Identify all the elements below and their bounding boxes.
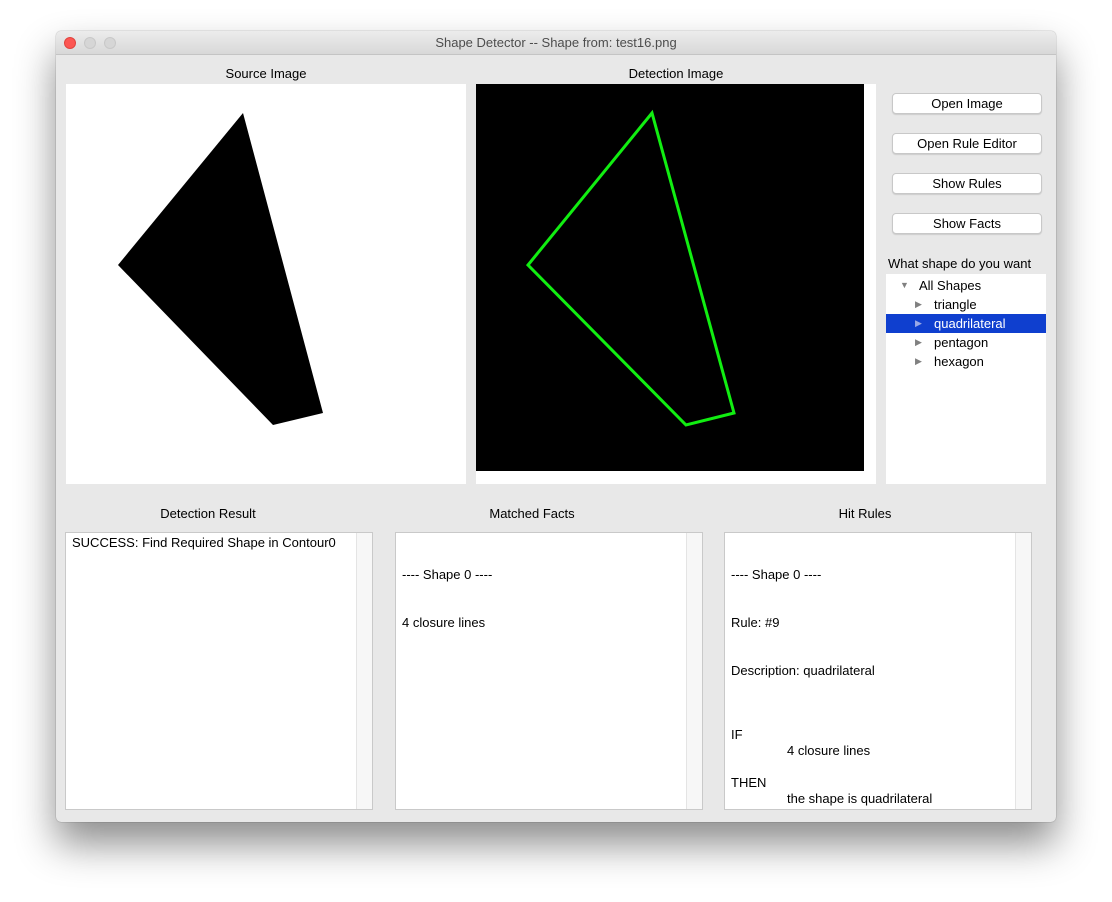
open-rule-editor-button[interactable]: Open Rule Editor xyxy=(892,133,1042,154)
hit-rules-rule-number: Rule: #9 xyxy=(731,615,780,630)
matched-facts-textbox[interactable]: ---- Shape 0 ---- 4 closure lines xyxy=(395,532,703,810)
tree-item-label: All Shapes xyxy=(919,278,982,293)
tree-item-all-shapes[interactable]: ▼ All Shapes xyxy=(886,276,1046,295)
tree-item-triangle[interactable]: ▶ triangle xyxy=(886,295,1046,314)
source-image-label: Source Image xyxy=(225,66,307,81)
matched-facts-text: ---- Shape 0 ---- 4 closure lines xyxy=(402,535,682,663)
hit-rules-then-line: THEN the shape is quadrilateral xyxy=(731,759,1011,806)
if-keyword: IF xyxy=(731,727,743,742)
collapsed-triangle-icon[interactable]: ▶ xyxy=(915,333,922,352)
detection-result-label: Detection Result xyxy=(160,506,256,521)
hit-rules-text: ---- Shape 0 ---- Rule: #9 Description: … xyxy=(731,535,1011,807)
detection-image-panel xyxy=(476,84,876,484)
detection-result-text: SUCCESS: Find Required Shape in Contour0 xyxy=(72,535,336,550)
tree-item-label: pentagon xyxy=(934,335,989,350)
show-rules-button[interactable]: Show Rules xyxy=(892,173,1042,194)
source-image-panel xyxy=(66,84,466,484)
tree-item-hexagon[interactable]: ▶ hexagon xyxy=(886,352,1046,371)
app-window: Shape Detector -- Shape from: test16.png… xyxy=(56,31,1056,822)
source-image-canvas xyxy=(118,113,323,425)
collapsed-triangle-icon[interactable]: ▶ xyxy=(915,352,922,371)
window-title: Shape Detector -- Shape from: test16.png xyxy=(435,35,677,50)
then-conclusion: the shape is quadrilateral xyxy=(787,791,933,806)
source-shape-quadrilateral xyxy=(118,113,323,425)
hit-rules-textbox[interactable]: ---- Shape 0 ---- Rule: #9 Description: … xyxy=(724,532,1032,810)
matched-facts-line: ---- Shape 0 ---- xyxy=(402,567,493,582)
shape-tree: ▼ All Shapes ▶ triangle ▶ quadrilateral … xyxy=(886,274,1046,484)
show-facts-button[interactable]: Show Facts xyxy=(892,213,1042,234)
hit-rules-scrollbar[interactable] xyxy=(1015,533,1031,809)
collapsed-triangle-icon[interactable]: ▶ xyxy=(915,314,922,333)
detection-result-textbox[interactable]: SUCCESS: Find Required Shape in Contour0 xyxy=(65,532,373,810)
hit-rules-label: Hit Rules xyxy=(838,506,892,521)
tree-item-label: hexagon xyxy=(934,354,984,369)
title-bar[interactable]: Shape Detector -- Shape from: test16.png xyxy=(56,31,1056,55)
shape-prompt-label: What shape do you want xyxy=(888,256,1032,271)
detection-result-scrollbar[interactable] xyxy=(356,533,372,809)
hit-rules-header: ---- Shape 0 ---- xyxy=(731,567,822,582)
matched-facts-label: Matched Facts xyxy=(489,506,575,521)
tree-item-pentagon[interactable]: ▶ pentagon xyxy=(886,333,1046,352)
detected-contour-outline xyxy=(525,109,736,427)
tree-item-label: triangle xyxy=(934,297,977,312)
collapsed-triangle-icon[interactable]: ▶ xyxy=(915,295,922,314)
tree-item-label: quadrilateral xyxy=(934,316,1006,331)
open-image-button[interactable]: Open Image xyxy=(892,93,1042,114)
hit-rules-description: Description: quadrilateral xyxy=(731,663,875,678)
expanded-triangle-icon[interactable]: ▼ xyxy=(900,276,909,295)
detection-image-canvas xyxy=(476,84,864,471)
then-keyword: THEN xyxy=(731,775,767,790)
matched-facts-scrollbar[interactable] xyxy=(686,533,702,809)
hit-rules-if-line: IF 4 closure lines xyxy=(731,711,1011,758)
detection-image-label: Detection Image xyxy=(628,66,724,81)
tree-item-quadrilateral[interactable]: ▶ quadrilateral xyxy=(886,314,1046,333)
if-condition: 4 closure lines xyxy=(787,743,871,758)
matched-facts-line: 4 closure lines xyxy=(402,615,486,630)
